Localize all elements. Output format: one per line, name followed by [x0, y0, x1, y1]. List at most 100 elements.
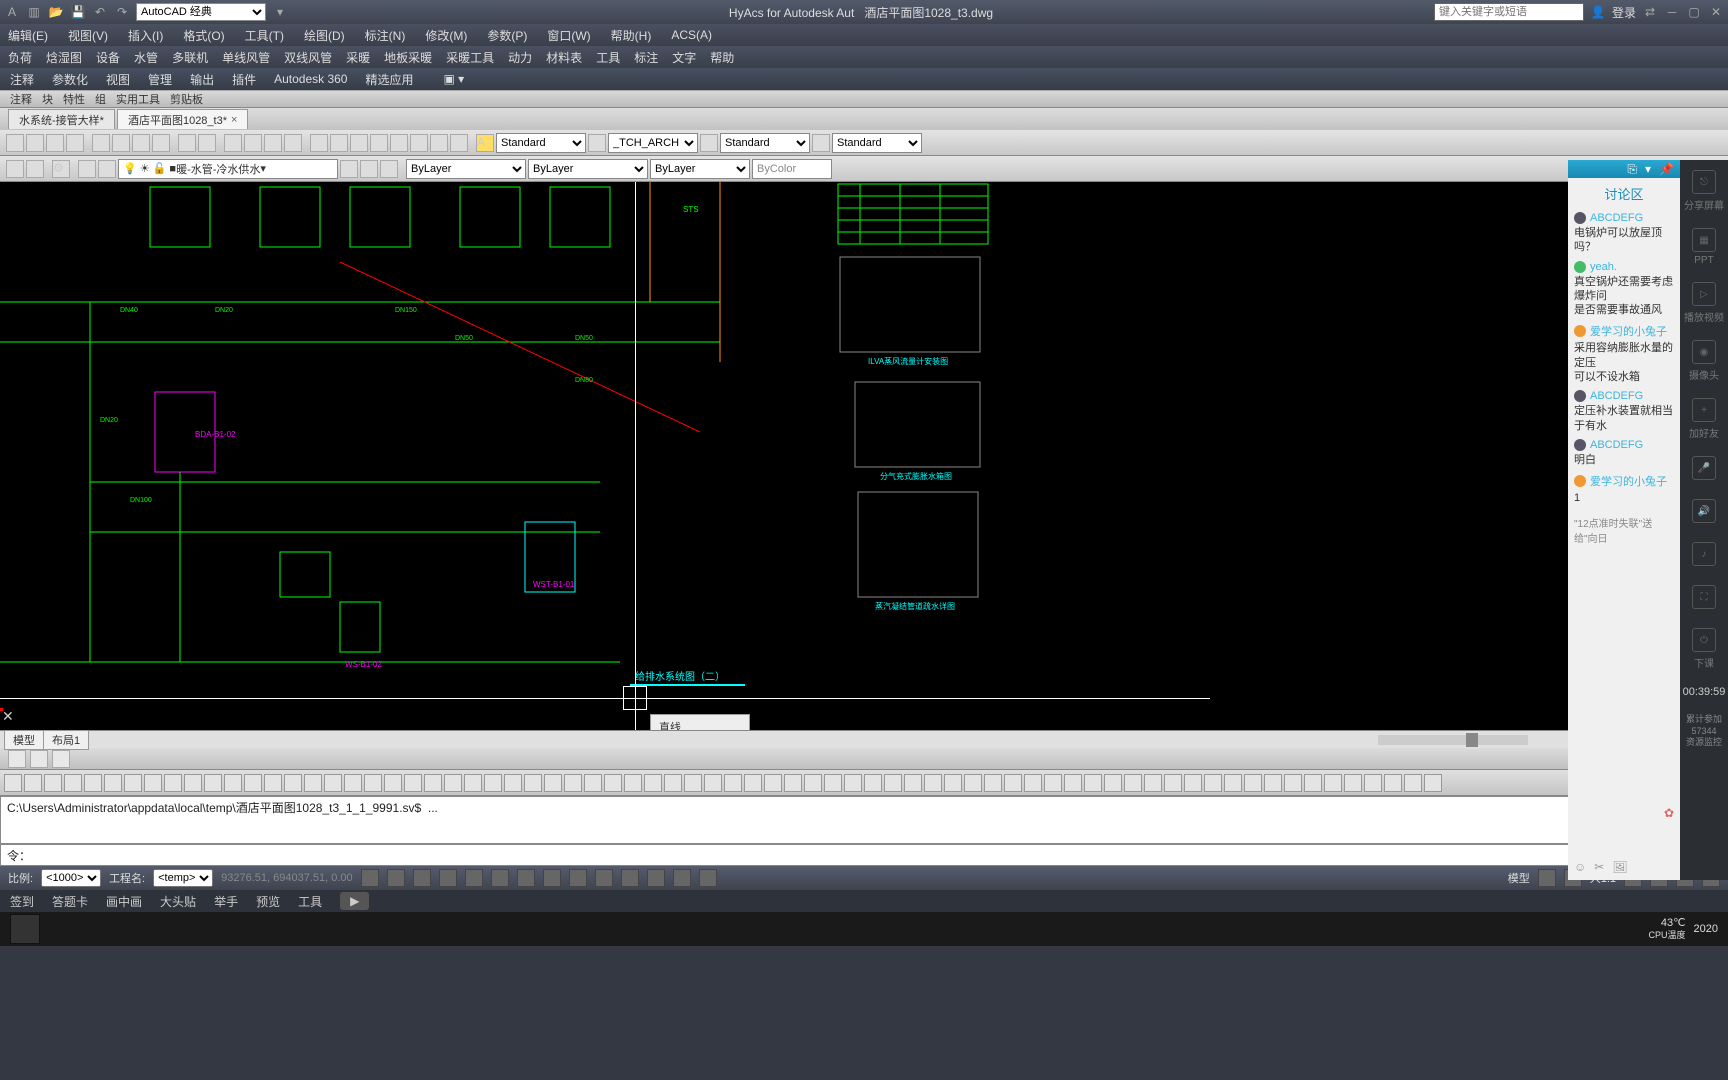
polar-icon[interactable] [439, 869, 457, 887]
dim-style-combo[interactable]: _TCH_ARCH [608, 133, 698, 153]
tool-icon[interactable] [724, 774, 742, 792]
zoomext-icon[interactable] [284, 134, 302, 152]
panel-group[interactable]: 组 [95, 91, 106, 107]
ppt-button[interactable]: ▦PPT [1692, 228, 1716, 266]
camera-button[interactable]: ◉摄像头 [1689, 340, 1719, 382]
tool-icon[interactable] [424, 774, 442, 792]
ribbon-view[interactable]: 视图 [106, 71, 130, 88]
tpy-icon[interactable] [569, 869, 587, 887]
ribbon-collapse-icon[interactable]: ▣ ▾ [444, 72, 465, 86]
minimize-icon[interactable]: ─ [1664, 4, 1680, 20]
bb-avatar[interactable]: 大头贴 [160, 893, 196, 910]
hyacs-dim[interactable]: 标注 [634, 49, 658, 66]
text-style-combo[interactable]: Standard [496, 133, 586, 153]
tool-icon[interactable] [26, 134, 44, 152]
tool-icon[interactable] [1244, 774, 1262, 792]
qb-icon[interactable] [30, 750, 48, 768]
bb-tools[interactable]: 工具 [298, 893, 322, 910]
save-icon[interactable]: 💾 [70, 4, 86, 20]
table-style-combo[interactable]: Standard [720, 133, 810, 153]
hyacs-duct2[interactable]: 双线风管 [284, 49, 332, 66]
file-tab-1[interactable]: 水系统-接管大样* [8, 109, 115, 129]
bb-quiz[interactable]: 答题卡 [52, 893, 88, 910]
tool-icon[interactable] [784, 774, 802, 792]
hscroll-track[interactable] [1378, 735, 1528, 745]
tool-icon[interactable] [404, 774, 422, 792]
tb-icon[interactable] [370, 134, 388, 152]
drawing-canvas[interactable]: 给排水系统图（二） ILVA蒸风流量计安装图 分气充式膨胀水箱图 蒸汽凝结管道疏… [0, 182, 1728, 730]
hyacs-load[interactable]: 负荷 [8, 49, 32, 66]
tool-icon[interactable] [244, 774, 262, 792]
project-combo[interactable]: <temp> [153, 869, 213, 887]
menu-param[interactable]: 参数(P) [487, 27, 527, 44]
ribbon-featured[interactable]: 精选应用 [365, 71, 413, 88]
tool-icon[interactable] [66, 134, 84, 152]
signin-icon[interactable]: 👤 [1590, 4, 1606, 20]
tool-icon[interactable] [46, 134, 64, 152]
hyacs-text[interactable]: 文字 [672, 49, 696, 66]
tool-icon[interactable] [1264, 774, 1282, 792]
tool-icon[interactable] [984, 774, 1002, 792]
tool-icon[interactable] [944, 774, 962, 792]
tool-icon[interactable] [384, 774, 402, 792]
hyacs-power[interactable]: 动力 [508, 49, 532, 66]
hyacs-duct1[interactable]: 单线风管 [222, 49, 270, 66]
am-icon[interactable] [647, 869, 665, 887]
tool-icon[interactable] [664, 774, 682, 792]
tool-icon[interactable] [1324, 774, 1342, 792]
ribbon-manage[interactable]: 管理 [148, 71, 172, 88]
menu-window[interactable]: 窗口(W) [547, 27, 590, 44]
osnap-icon[interactable] [465, 869, 483, 887]
ribbon-annotate[interactable]: 注释 [10, 71, 34, 88]
new-icon[interactable]: ▥ [26, 4, 42, 20]
sc-icon[interactable] [621, 869, 639, 887]
tool-icon[interactable] [1064, 774, 1082, 792]
menu-dimension[interactable]: 标注(N) [365, 27, 406, 44]
tool-icon[interactable] [584, 774, 602, 792]
hyacs-floorheat[interactable]: 地板采暖 [384, 49, 432, 66]
image-icon[interactable]: 🖼 [1612, 860, 1627, 874]
tool-icon[interactable] [184, 774, 202, 792]
panel-props[interactable]: 特性 [63, 91, 85, 107]
color-combo[interactable]: ByLayer [406, 159, 526, 179]
tool-icon[interactable] [24, 774, 42, 792]
endclass-button[interactable]: ⏻下课 [1692, 628, 1716, 670]
tb-icon[interactable] [350, 134, 368, 152]
close-tab-icon[interactable]: × [231, 114, 237, 126]
zoom-icon[interactable] [244, 134, 262, 152]
tool-icon[interactable] [1024, 774, 1042, 792]
tool-icon[interactable] [804, 774, 822, 792]
command-input[interactable]: 令： [0, 844, 1728, 866]
fullscreen-button[interactable]: ⛶ [1692, 585, 1716, 612]
help-search-input[interactable] [1434, 3, 1584, 21]
tool-icon[interactable] [84, 774, 102, 792]
tool-icon[interactable] [26, 160, 44, 178]
ribbon-360[interactable]: Autodesk 360 [274, 72, 347, 86]
tool-icon[interactable] [1004, 774, 1022, 792]
chevron-down-icon[interactable]: ▾ [1645, 162, 1651, 176]
plotstyle-combo[interactable]: ByColor [752, 159, 832, 179]
share-screen-button[interactable]: ⎋ 分享屏幕 [1684, 170, 1724, 212]
bb-checkin[interactable]: 签到 [10, 893, 34, 910]
menu-view[interactable]: 视图(V) [68, 27, 108, 44]
taskbar-app-icon[interactable] [10, 914, 40, 944]
workspace-select[interactable]: AutoCAD 经典 [136, 3, 266, 21]
popout-icon[interactable]: ⎘ [1627, 162, 1637, 177]
tool-icon[interactable] [1384, 774, 1402, 792]
snap-icon[interactable] [361, 869, 379, 887]
layer-tool-icon[interactable] [340, 160, 358, 178]
tool-icon[interactable] [6, 134, 24, 152]
music-button[interactable]: ♪ [1692, 542, 1716, 569]
space-label[interactable]: 模型 [1508, 870, 1530, 886]
hyacs-help[interactable]: 帮助 [710, 49, 734, 66]
tool-icon[interactable] [644, 774, 662, 792]
tool-icon[interactable] [504, 774, 522, 792]
tool-icon[interactable] [1364, 774, 1382, 792]
qb-icon[interactable] [8, 750, 26, 768]
menu-draw[interactable]: 绘图(D) [304, 27, 345, 44]
sb-icon[interactable] [673, 869, 691, 887]
tool-icon[interactable] [1404, 774, 1422, 792]
tool-icon[interactable] [1344, 774, 1362, 792]
lineweight-combo[interactable]: ByLayer [650, 159, 750, 179]
tool-icon[interactable] [1164, 774, 1182, 792]
